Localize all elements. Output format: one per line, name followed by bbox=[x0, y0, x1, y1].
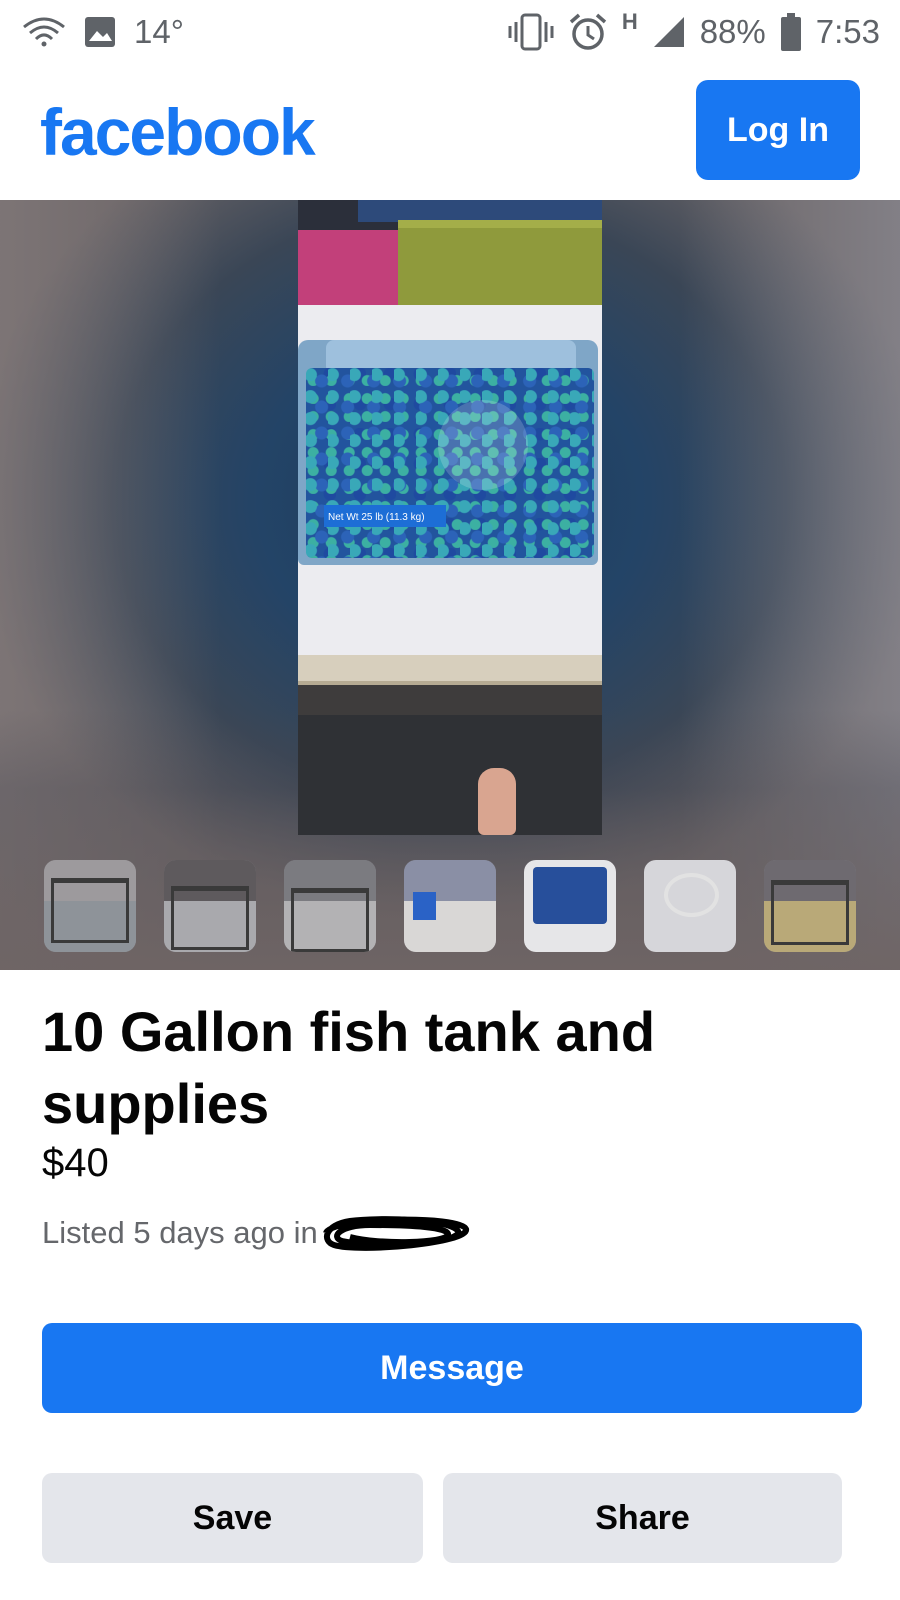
network-type-text: H bbox=[621, 9, 638, 34]
signal-icon bbox=[652, 15, 686, 49]
battery-icon bbox=[780, 13, 802, 51]
save-button[interactable]: Save bbox=[42, 1473, 423, 1563]
svg-text:Net Wt 25 lb (11.3 kg): Net Wt 25 lb (11.3 kg) bbox=[328, 512, 425, 523]
site-header: facebook Log In bbox=[0, 64, 900, 200]
listing-title: 10 Gallon fish tank and supplies bbox=[42, 1000, 656, 1135]
alarm-icon bbox=[568, 12, 608, 52]
thumbnail-strip bbox=[0, 860, 900, 952]
thumbnail-fish-tank[interactable] bbox=[44, 860, 136, 952]
thumbnail-gravel-bag[interactable] bbox=[524, 860, 616, 952]
battery-percent-text: 88% bbox=[699, 13, 766, 50]
redacted-location bbox=[320, 1213, 470, 1253]
bag-weight-label: Net Wt 25 lb (11.3 kg) bbox=[324, 505, 446, 527]
vibrate-icon bbox=[508, 12, 554, 52]
listed-time-text: Listed 5 days ago in bbox=[42, 1215, 318, 1250]
login-button[interactable]: Log In bbox=[696, 80, 860, 180]
image-icon bbox=[84, 16, 116, 48]
status-bar: 14° H 88% 7:53 bbox=[0, 0, 900, 64]
thumbnail-supplies[interactable] bbox=[404, 860, 496, 952]
thumbnail-tank-with-cords[interactable] bbox=[284, 860, 376, 952]
message-button[interactable]: Message bbox=[42, 1323, 862, 1413]
listing-price: $40 bbox=[42, 1141, 109, 1185]
status-bar-right: H 88% 7:53 bbox=[508, 9, 880, 54]
clock-text: 7:53 bbox=[815, 13, 880, 50]
share-button[interactable]: Share bbox=[443, 1473, 842, 1563]
main-listing-photo[interactable]: Net Wt 25 lb (11.3 kg) bbox=[298, 200, 602, 835]
facebook-logo[interactable]: facebook bbox=[40, 94, 316, 170]
temperature-text: 14° bbox=[134, 13, 184, 50]
wifi-icon bbox=[22, 17, 66, 47]
status-bar-left: 14° bbox=[22, 10, 184, 54]
listing-meta: Listed 5 days ago in bbox=[42, 1213, 470, 1253]
thumbnail-cable[interactable] bbox=[644, 860, 736, 952]
thumbnail-tank-with-filter[interactable] bbox=[164, 860, 256, 952]
thumbnail-tank-decor[interactable] bbox=[764, 860, 856, 952]
photo-gallery: Net Wt 25 lb (11.3 kg) bbox=[0, 200, 900, 970]
